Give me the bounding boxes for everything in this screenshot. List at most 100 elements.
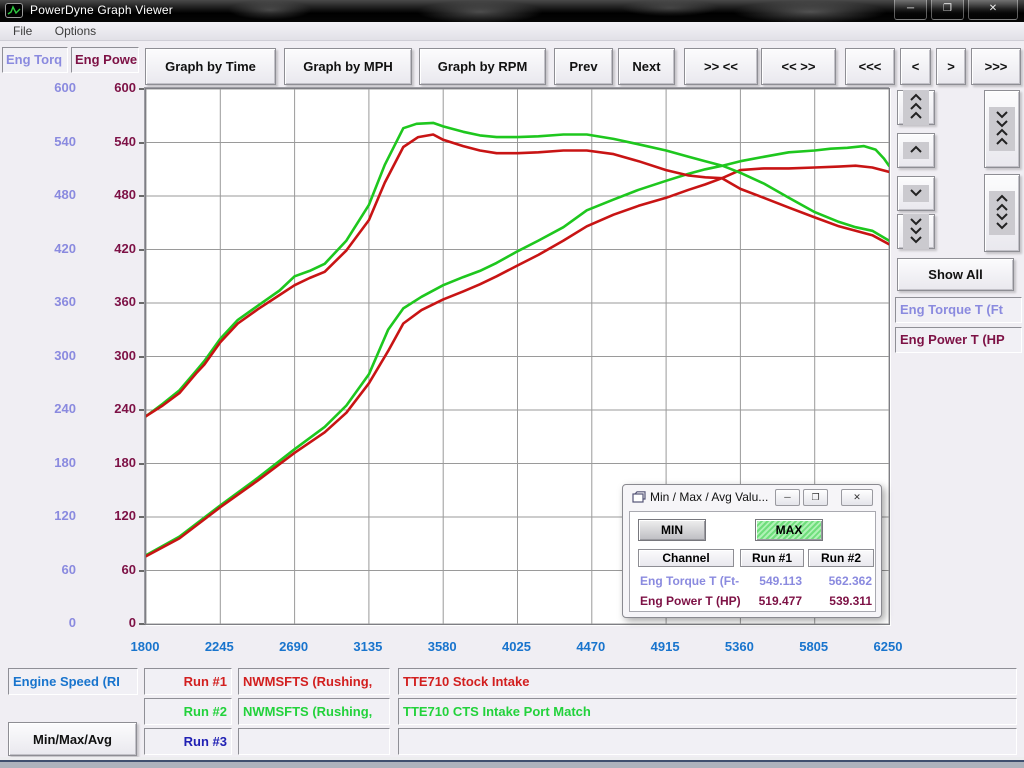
torque-channel-label[interactable]: Eng Torque T (Ft <box>895 297 1022 323</box>
close-button[interactable]: ✕ <box>968 0 1018 20</box>
graph-by-rpm-button[interactable]: Graph by RPM <box>419 48 546 85</box>
rpm-x-tick: 5360 <box>707 639 771 654</box>
power-y-tick: 0 <box>74 615 136 630</box>
chevrons-expand-icon <box>989 191 1015 235</box>
torque-y-tick: 60 <box>14 562 76 577</box>
menu-file[interactable]: File <box>4 22 41 40</box>
torque-axis-header[interactable]: Eng Torq <box>2 47 68 73</box>
scroll-down-fast-button[interactable] <box>897 214 935 249</box>
max-button[interactable]: MAX <box>755 519 823 541</box>
power-y-tick: 420 <box>74 241 136 256</box>
rpm-x-tick: 3135 <box>336 639 400 654</box>
powerdyne-app-window: { "window": { "title": "PowerDyne Graph … <box>0 0 1024 768</box>
chevron-triple-up-icon <box>903 90 929 125</box>
min-button[interactable]: MIN <box>638 519 706 541</box>
rpm-x-tick: 2245 <box>187 639 251 654</box>
minmax-window-title: Min / Max / Avg Valu... <box>650 490 768 504</box>
menubar: File Options <box>0 22 1024 41</box>
chevron-down-icon <box>903 185 929 202</box>
graph-by-mph-button[interactable]: Graph by MPH <box>284 48 412 85</box>
aero-glass-reflection <box>150 0 910 22</box>
chevrons-collapse-icon <box>989 107 1015 151</box>
minmax-restore-button[interactable]: ❐ <box>803 489 828 506</box>
minmax-avg-button[interactable]: Min/Max/Avg <box>8 722 137 756</box>
scroll-left-fast-button[interactable]: <<< <box>845 48 895 85</box>
restore-button[interactable]: ❐ <box>931 0 964 20</box>
scroll-down-button[interactable] <box>897 176 935 211</box>
minmax-row-run1-value: 549.113 <box>738 574 802 588</box>
power-y-tick: 180 <box>74 455 136 470</box>
torque-y-tick: 540 <box>14 134 76 149</box>
graph-by-time-button[interactable]: Graph by Time <box>145 48 276 85</box>
torque-y-tick: 420 <box>14 241 76 256</box>
torque-y-tick: 600 <box>14 80 76 95</box>
torque-y-tick: 360 <box>14 294 76 309</box>
rpm-x-tick: 6250 <box>856 639 920 654</box>
chevron-triple-down-icon <box>903 214 929 249</box>
chevron-up-icon <box>903 142 929 159</box>
rpm-x-tick: 3580 <box>410 639 474 654</box>
torque-y-tick: 0 <box>14 615 76 630</box>
zoom-out-y-button[interactable] <box>984 174 1020 252</box>
minmax-values-window[interactable]: Min / Max / Avg Valu... ─ ❐ ✕ MIN MAX Ch… <box>622 484 882 618</box>
rpm-x-tick: 1800 <box>113 639 177 654</box>
power-y-tick: 600 <box>74 80 136 95</box>
power-y-tick: 540 <box>74 134 136 149</box>
power-y-tick: 300 <box>74 348 136 363</box>
run1-label[interactable]: Run #1 <box>144 668 232 695</box>
run1-file-field[interactable]: NWMSFTS (Rushing, <box>238 668 390 695</box>
torque-y-tick: 300 <box>14 348 76 363</box>
prev-button[interactable]: Prev <box>554 48 613 85</box>
run2-file-field[interactable]: NWMSFTS (Rushing, <box>238 698 390 725</box>
zoom-in-y-button[interactable] <box>984 90 1020 168</box>
torque-y-tick: 240 <box>14 401 76 416</box>
power-channel-label[interactable]: Eng Power T (HP <box>895 327 1022 353</box>
rpm-x-tick: 4470 <box>559 639 623 654</box>
power-y-tick: 60 <box>74 562 136 577</box>
zoom-in-x-button[interactable]: >> << <box>684 48 758 85</box>
power-axis-header[interactable]: Eng Powe <box>71 47 139 73</box>
run2-label[interactable]: Run #2 <box>144 698 232 725</box>
minmax-close-button[interactable]: ✕ <box>841 489 873 506</box>
column-header-channel[interactable]: Channel <box>638 549 734 567</box>
rpm-x-tick: 4915 <box>633 639 697 654</box>
minmax-row-run1-value: 519.477 <box>738 594 802 608</box>
rpm-x-tick: 2690 <box>262 639 326 654</box>
zoom-out-x-button[interactable]: << >> <box>761 48 836 85</box>
scroll-right-fast-button[interactable]: >>> <box>971 48 1021 85</box>
run2-comment-field[interactable]: TTE710 CTS Intake Port Match <box>398 698 1017 725</box>
torque-y-tick: 120 <box>14 508 76 523</box>
document-icon <box>632 491 646 504</box>
scroll-up-fast-button[interactable] <box>897 90 935 125</box>
column-header-run1[interactable]: Run #1 <box>740 549 804 567</box>
minmax-window-body: MIN MAX Channel Run #1 Run #2 Eng Torque… <box>629 511 876 612</box>
scroll-left-button[interactable]: < <box>900 48 931 85</box>
minmax-minimize-button[interactable]: ─ <box>775 489 800 506</box>
minmax-row-run2-value: 539.311 <box>808 594 872 608</box>
window-title: PowerDyne Graph Viewer <box>30 3 173 17</box>
scroll-right-button[interactable]: > <box>936 48 966 85</box>
run3-comment-field[interactable] <box>398 728 1017 755</box>
torque-y-tick: 180 <box>14 455 76 470</box>
rpm-x-tick: 5805 <box>782 639 846 654</box>
power-y-tick: 360 <box>74 294 136 309</box>
column-header-run2[interactable]: Run #2 <box>808 549 874 567</box>
minmax-row-channel: Eng Power T (HP) <box>640 594 741 608</box>
titlebar: PowerDyne Graph Viewer ─ ❐ ✕ <box>0 0 1024 22</box>
show-all-button[interactable]: Show All <box>897 258 1014 291</box>
scroll-up-button[interactable] <box>897 133 935 168</box>
powerdyne-app-icon <box>5 3 23 18</box>
next-button[interactable]: Next <box>618 48 675 85</box>
run3-file-field[interactable] <box>238 728 390 755</box>
power-y-tick: 120 <box>74 508 136 523</box>
run3-label[interactable]: Run #3 <box>144 728 232 755</box>
minimize-button[interactable]: ─ <box>894 0 927 20</box>
rpm-x-tick: 4025 <box>485 639 549 654</box>
menu-options[interactable]: Options <box>46 22 105 40</box>
torque-y-tick: 480 <box>14 187 76 202</box>
minmax-window-titlebar[interactable]: Min / Max / Avg Valu... ─ ❐ ✕ <box>623 485 881 510</box>
run1-comment-field[interactable]: TTE710 Stock Intake <box>398 668 1017 695</box>
power-y-tick: 480 <box>74 187 136 202</box>
minmax-row-run2-value: 562.362 <box>808 574 872 588</box>
x-channel-label[interactable]: Engine Speed (RI <box>8 668 138 695</box>
